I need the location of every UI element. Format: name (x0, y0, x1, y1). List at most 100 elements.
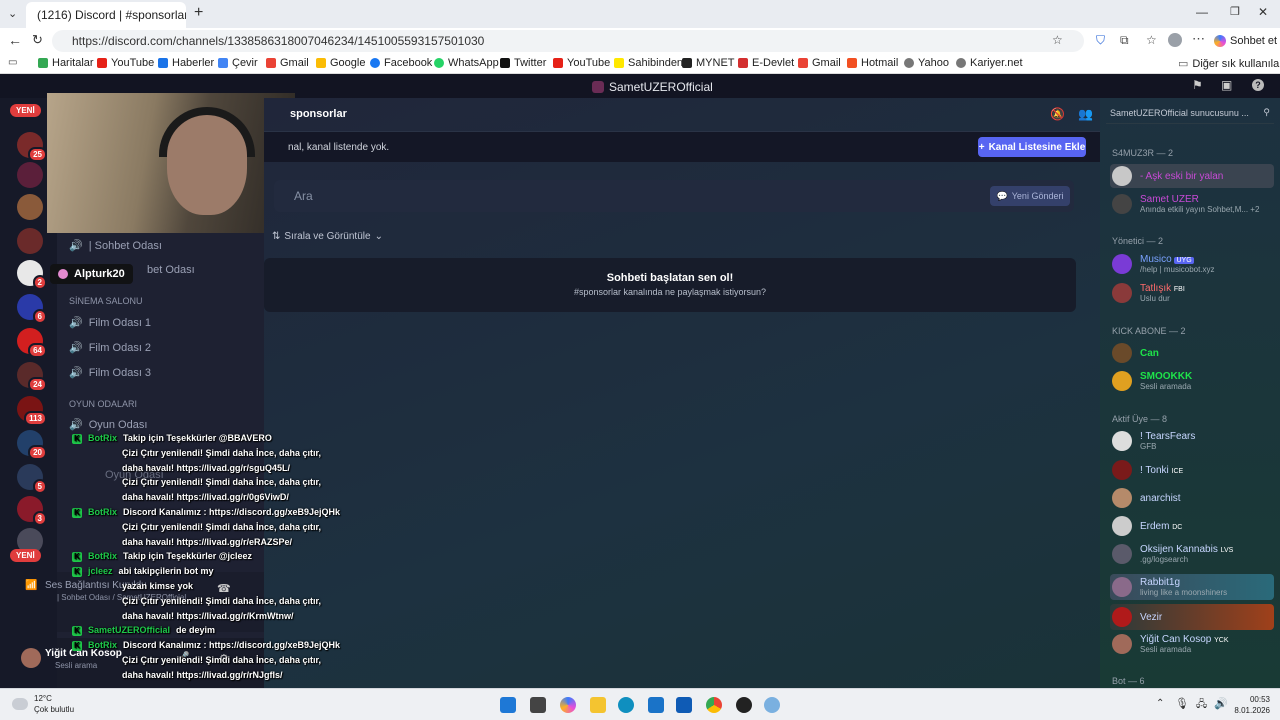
bookmark-mynet[interactable]: MYNET (682, 57, 735, 69)
user-avatar[interactable] (21, 648, 41, 668)
member-tearsfears[interactable]: ! TearsFears GFB (1112, 431, 1195, 451)
category-oyun[interactable]: OYUN ODALARI (69, 399, 137, 409)
window-minimize-icon[interactable]: — (1196, 5, 1208, 19)
weather-widget[interactable]: 12°C Çok bulutlu (12, 693, 74, 715)
member-rabbit1g[interactable]: Rabbit1g living like a moonshiners (1110, 574, 1274, 600)
star-icon[interactable]: ☆ (1052, 33, 1063, 47)
headphones (159, 107, 255, 157)
tray-overflow-icon[interactable]: ⌃ (1156, 698, 1164, 709)
member-yigit-can-kosop[interactable]: Yiğit Can Kosop YCK Sesli aramada (1112, 634, 1229, 654)
server-icon-1[interactable]: 25 (17, 132, 47, 162)
bookmark-haritalar[interactable]: Haritalar (38, 57, 94, 69)
edge-icon[interactable] (618, 697, 634, 713)
empty-state-subtitle: #sponsorlar kanalında ne paylaşmak istiy… (573, 287, 767, 297)
bookmark-youtube[interactable]: YouTube (97, 57, 154, 69)
reload-icon[interactable]: ↻ (32, 32, 43, 48)
bookmark-edevlet[interactable]: E-Devlet (738, 57, 794, 69)
bookmark-gmail[interactable]: Gmail (266, 57, 309, 69)
copilot-taskbar-icon[interactable] (560, 697, 576, 713)
bookmark-kariyer[interactable]: Kariyer.net (956, 57, 1023, 69)
profile-avatar[interactable] (1168, 33, 1182, 47)
server-icon-7[interactable]: 64 (17, 328, 47, 358)
bookmark-youtube-2[interactable]: YouTube (553, 57, 610, 69)
bookmark-hotmail[interactable]: Hotmail (847, 57, 898, 69)
channel-film-2[interactable]: 🔊 Film Odası 2 (69, 341, 151, 355)
members-icon[interactable]: 👥 (1078, 107, 1093, 121)
tab-list-icon[interactable]: ⌄ (8, 7, 17, 20)
bookmark-sahibinden[interactable]: Sahibinden (614, 57, 683, 69)
obs-icon[interactable] (736, 697, 752, 713)
task-view-icon[interactable] (530, 697, 546, 713)
server-icon-3[interactable] (17, 194, 43, 220)
favorites-icon[interactable]: ☆ (1146, 33, 1157, 47)
inbox-icon[interactable]: ▣ (1221, 78, 1232, 92)
server-search[interactable]: SametUZEROfficial sunucusunu ... ⚲ (1106, 104, 1274, 124)
bookmark-yahoo[interactable]: Yahoo (904, 57, 949, 69)
menu-icon[interactable]: ⋯ (1192, 31, 1205, 47)
new-tab-icon[interactable]: + (194, 4, 203, 22)
server-icon-9[interactable]: 113 (17, 396, 47, 426)
channel-oyun-1[interactable]: 🔊 Oyun Odası (69, 418, 147, 432)
channel-sohbet-odasi-2[interactable]: bet Odası (147, 264, 195, 276)
member-tonki[interactable]: ! Tonki ICE (1112, 460, 1183, 480)
settings-app-icon[interactable] (764, 697, 780, 713)
bookmark-facebook[interactable]: Facebook (370, 57, 432, 69)
member-oksijen-kannabis[interactable]: Oksijen Kannabis LVS .gg/logsearch (1112, 544, 1233, 564)
server-icon-8[interactable]: 24 (17, 362, 47, 392)
file-explorer-icon[interactable] (590, 697, 606, 713)
member-musico[interactable]: Musico UYG/help | musicobot.xyz (1112, 254, 1215, 274)
reading-icon[interactable]: ▭ (8, 57, 17, 68)
store-icon[interactable] (648, 697, 664, 713)
add-to-channel-list-button[interactable]: + Kanal Listesine Ekle (978, 137, 1086, 157)
network-icon[interactable]: 🖧 (1196, 697, 1207, 714)
new-post-button[interactable]: 💬 Yeni Gönderi (990, 186, 1070, 206)
shield-icon[interactable]: ⛉ (1096, 33, 1105, 48)
bookmark-google[interactable]: Google (316, 57, 365, 69)
flag-icon[interactable]: ⚑ (1192, 78, 1203, 92)
bookmark-twitter[interactable]: Twitter (500, 57, 546, 69)
server-icon-5[interactable]: 2 (17, 260, 47, 290)
member-tatlisik[interactable]: Tatlışık FBI Uslu dur (1112, 283, 1185, 303)
maps-icon (38, 58, 48, 68)
copilot-chat-button[interactable]: Sohbet et (1214, 31, 1277, 51)
member-ask-eski[interactable]: - Aşk eski bir yalan (1110, 164, 1274, 188)
channel-sohbet-odasi[interactable]: 🔊 | Sohbet Odası (69, 239, 162, 253)
back-icon[interactable]: ← (8, 32, 22, 48)
bookmark-other-folder[interactable]: ▭Diğer sık kullanılanlar (1178, 57, 1280, 71)
member-samet-uzer[interactable]: Samet UZER Anında etkili yayın Sohbet,M..… (1112, 194, 1259, 214)
server-icon-12[interactable]: 3 (17, 496, 47, 526)
url-field[interactable]: https://discord.com/channels/13385863180… (52, 30, 1084, 52)
window-restore-icon[interactable]: ❐ (1230, 5, 1240, 18)
browser-tab-discord[interactable]: (1216) Discord | #sponsorlar | ✕ (26, 2, 186, 28)
server-icon-10[interactable]: 20 (17, 430, 47, 460)
bookmark-haberler[interactable]: Haberler (158, 57, 214, 69)
member-anarchist[interactable]: anarchist (1112, 488, 1181, 508)
bookmark-cevir[interactable]: Çevir (218, 57, 258, 69)
chat-text: abi takipçilerin bot my (118, 566, 214, 577)
extensions-icon[interactable]: ⧉ (1120, 33, 1129, 48)
volume-icon[interactable]: 🔊 (1214, 697, 1228, 710)
channel-film-1[interactable]: 🔊 Film Odası 1 (69, 316, 151, 330)
window-close-icon[interactable]: ✕ (1258, 5, 1268, 19)
help-icon[interactable]: ? (1252, 79, 1264, 91)
category-sinema[interactable]: SİNEMA SALONU (69, 296, 143, 306)
server-icon-4[interactable] (17, 228, 43, 254)
clock[interactable]: 00:53 8.01.2026 (1228, 694, 1270, 716)
member-can[interactable]: Can (1112, 343, 1159, 363)
server-icon-2[interactable] (17, 162, 43, 188)
bookmark-gmail-2[interactable]: Gmail (798, 57, 841, 69)
server-icon-11[interactable]: 5 (17, 464, 47, 494)
server-icon-6[interactable]: 6 (17, 294, 47, 324)
sort-view-button[interactable]: ⇅ Sırala ve Görüntüle ⌄ (272, 226, 383, 246)
windows-start-icon[interactable] (500, 697, 516, 713)
outlook-icon[interactable] (676, 697, 692, 713)
bookmark-whatsapp[interactable]: WhatsApp (434, 57, 499, 69)
mute-channel-icon[interactable]: 🔕 (1050, 107, 1065, 121)
microphone-icon[interactable]: 🎙 (1175, 697, 1189, 710)
channel-film-3[interactable]: 🔊 Film Odası 3 (69, 366, 151, 380)
member-smookkk[interactable]: SMOOKKK Sesli aramada (1112, 371, 1192, 391)
chrome-icon[interactable] (706, 697, 722, 713)
forum-search-bar[interactable]: Ara 💬 Yeni Gönderi (274, 180, 1074, 212)
member-erdem[interactable]: Erdem DC (1112, 516, 1182, 536)
member-vezir[interactable]: Vezir (1110, 604, 1274, 630)
